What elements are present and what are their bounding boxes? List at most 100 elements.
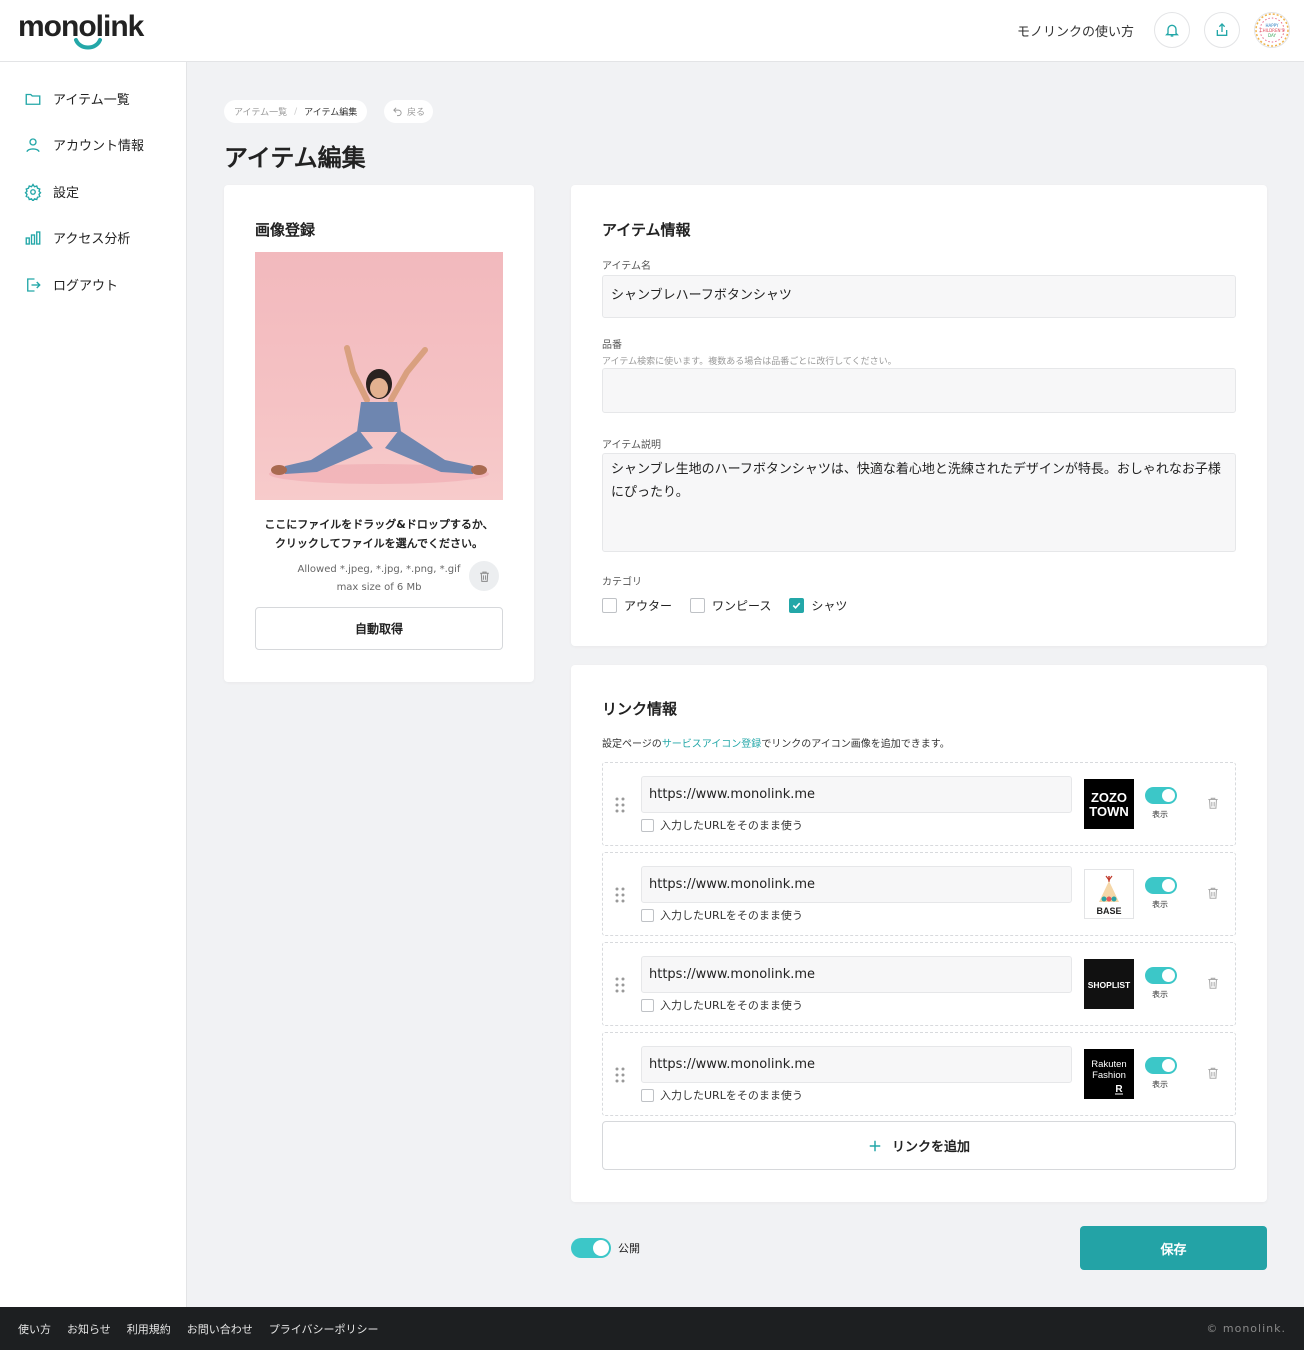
sidebar-item-items[interactable]: アイテム一覧 (24, 89, 130, 108)
bar-chart-icon (25, 230, 41, 245)
back-button[interactable]: 戻る (384, 100, 434, 123)
sidebar-item-logout[interactable]: ログアウト (24, 275, 118, 294)
shoplist-logo-image: SHOPLIST (1088, 980, 1131, 990)
notification-button[interactable] (1154, 12, 1190, 48)
sidebar: アイテム一覧 アカウント情報 設定 アクセス分析 ログアウト (0, 62, 187, 1307)
trash-icon[interactable] (1206, 976, 1220, 990)
copyright: © monolink. (1206, 1322, 1286, 1335)
sidebar-item-label: アクセス分析 (53, 232, 131, 247)
top-header: monolink モノリンクの使い方 HAPPY CHILDREN'S DAY (0, 0, 1304, 62)
footer-link-howto[interactable]: 使い方 (18, 1321, 51, 1337)
footer-link-privacy[interactable]: プライバシーポリシー (269, 1321, 379, 1337)
footer-link-contact[interactable]: お問い合わせ (187, 1321, 253, 1337)
category-shirt[interactable]: シャツ (789, 597, 847, 614)
page-title: アイテム編集 (224, 144, 366, 172)
drag-handle-icon[interactable] (615, 1067, 625, 1083)
plus-icon (869, 1140, 881, 1151)
monolink-logo[interactable]: monolink (18, 10, 160, 52)
save-button[interactable]: 保存 (1080, 1226, 1267, 1270)
image-card-title: 画像登録 (255, 221, 316, 239)
drag-handle-icon[interactable] (615, 887, 625, 903)
item-photo-dropzone[interactable] (255, 252, 503, 500)
howto-link[interactable]: モノリンクの使い方 (1017, 21, 1134, 40)
visibility-toggle[interactable] (1145, 967, 1177, 984)
category-onepiece[interactable]: ワンピース (690, 597, 771, 614)
use-url-as-is-label: 入力したURLをそのまま使う (660, 909, 803, 922)
add-link-label: リンクを追加 (891, 1140, 970, 1155)
link-info-description: 設定ページのサービスアイコン登録でリンクのアイコン画像を追加できます。 (602, 735, 950, 750)
shoplist-logo: SHOPLIST (1084, 959, 1134, 1009)
link-info-card: リンク情報 設定ページのサービスアイコン登録でリンクのアイコン画像を追加できます… (571, 665, 1267, 1202)
add-link-button[interactable]: リンクを追加 (602, 1121, 1236, 1170)
link-url-input[interactable]: https://www.monolink.me (641, 776, 1072, 813)
svg-text:Rakuten: Rakuten (1091, 1059, 1126, 1070)
visibility-toggle[interactable] (1145, 877, 1177, 894)
sidebar-item-analytics[interactable]: アクセス分析 (24, 228, 130, 247)
visibility-toggle[interactable] (1145, 1057, 1177, 1074)
trash-icon[interactable] (1206, 886, 1220, 900)
sidebar-item-label: アカウント情報 (53, 139, 145, 154)
service-icon-settings-link[interactable]: サービスアイコン登録 (662, 739, 762, 750)
gear-icon (24, 182, 42, 201)
svg-text:R: R (1115, 1084, 1123, 1095)
category-onepiece-label: ワンピース (712, 599, 772, 613)
delete-image-button[interactable] (469, 561, 499, 591)
use-url-as-is-checkbox[interactable] (641, 1088, 654, 1102)
sidebar-item-label: ログアウト (53, 279, 119, 294)
checkbox-shirt[interactable] (789, 598, 805, 613)
breadcrumb-item-list[interactable]: アイテム一覧 (234, 105, 287, 118)
auto-fetch-button[interactable]: 自動取得 (255, 607, 503, 650)
user-icon (26, 137, 40, 152)
item-name-label: アイテム名 (602, 261, 651, 272)
use-url-as-is-checkbox[interactable] (641, 998, 654, 1012)
use-url-as-is-checkbox[interactable] (641, 908, 654, 922)
check-icon (793, 602, 801, 609)
footer: 使い方 お知らせ 利用規約 お問い合わせ プライバシーポリシー © monoli… (0, 1307, 1304, 1350)
item-name-input[interactable]: シャンブレハーフボタンシャツ (602, 275, 1236, 318)
footer-link-terms[interactable]: 利用規約 (127, 1321, 171, 1337)
checkbox-outer[interactable] (602, 598, 617, 613)
checkbox-onepiece[interactable] (690, 598, 706, 613)
visibility-toggle[interactable] (1145, 787, 1177, 804)
image-upload-card: 画像登録 ここにファイルをドラッグ&ドロップするか、 クリックしてファイルを選ん… (224, 185, 534, 682)
dropzone-line-2: クリックしてファイルを選んでください。 (274, 537, 484, 550)
link-url-input[interactable]: https://www.monolink.me (641, 866, 1072, 903)
link-url-input[interactable]: https://www.monolink.me (641, 956, 1072, 993)
avatar[interactable]: HAPPY CHILDREN'S DAY (1254, 12, 1290, 48)
item-number-input[interactable] (602, 368, 1236, 413)
max-size: max size of 6 Mb (336, 582, 422, 593)
breadcrumb-separator: / (294, 106, 298, 117)
publish-label: 公開 (618, 1242, 640, 1255)
trash-icon[interactable] (1206, 1066, 1220, 1080)
use-url-as-is[interactable]: 入力したURLをそのまま使う (641, 1087, 803, 1103)
category-outer[interactable]: アウター (602, 597, 672, 614)
use-url-as-is-checkbox[interactable] (641, 818, 654, 832)
share-button[interactable] (1204, 12, 1240, 48)
footer-link-news[interactable]: お知らせ (67, 1321, 111, 1337)
back-label: 戻る (407, 108, 426, 118)
folder-icon (25, 93, 41, 105)
use-url-as-is[interactable]: 入力したURLをそのまま使う (641, 907, 803, 923)
use-url-as-is[interactable]: 入力したURLをそのまま使う (641, 997, 803, 1013)
drag-handle-icon[interactable] (615, 797, 625, 813)
rakuten-fashion-logo-image: Rakuten Fashion R (1091, 1059, 1126, 1095)
breadcrumb: アイテム一覧 / アイテム編集 (224, 100, 368, 123)
publish-toggle[interactable] (571, 1238, 611, 1258)
visibility-label: 表示 (1152, 990, 1168, 999)
item-description-input[interactable]: シャンブレ生地のハーフボタンシャツは、快適な着心地と洗練されたデザインが特長。お… (602, 453, 1236, 552)
zozotown-logo-image: ZOZO TOWN (1089, 790, 1128, 819)
sidebar-item-account[interactable]: アカウント情報 (24, 135, 144, 154)
drag-handle-icon[interactable] (615, 977, 625, 993)
undo-icon (393, 107, 402, 117)
trash-icon[interactable] (1206, 796, 1220, 810)
item-info-card: アイテム情報 アイテム名 シャンブレハーフボタンシャツ 品番 アイテム検索に使い… (571, 185, 1267, 646)
svg-text:TOWN: TOWN (1089, 804, 1128, 819)
svg-text:Fashion: Fashion (1092, 1070, 1126, 1081)
bell-icon (1165, 24, 1179, 37)
rakuten-fashion-logo: Rakuten Fashion R (1084, 1049, 1134, 1099)
use-url-as-is-label: 入力したURLをそのまま使う (660, 999, 803, 1012)
use-url-as-is[interactable]: 入力したURLをそのまま使う (641, 817, 803, 833)
sidebar-item-settings[interactable]: 設定 (24, 182, 79, 201)
allowed-formats: Allowed *.jpeg, *.jpg, *.png, *.gif max … (284, 561, 474, 597)
link-url-input[interactable]: https://www.monolink.me (641, 1046, 1072, 1083)
